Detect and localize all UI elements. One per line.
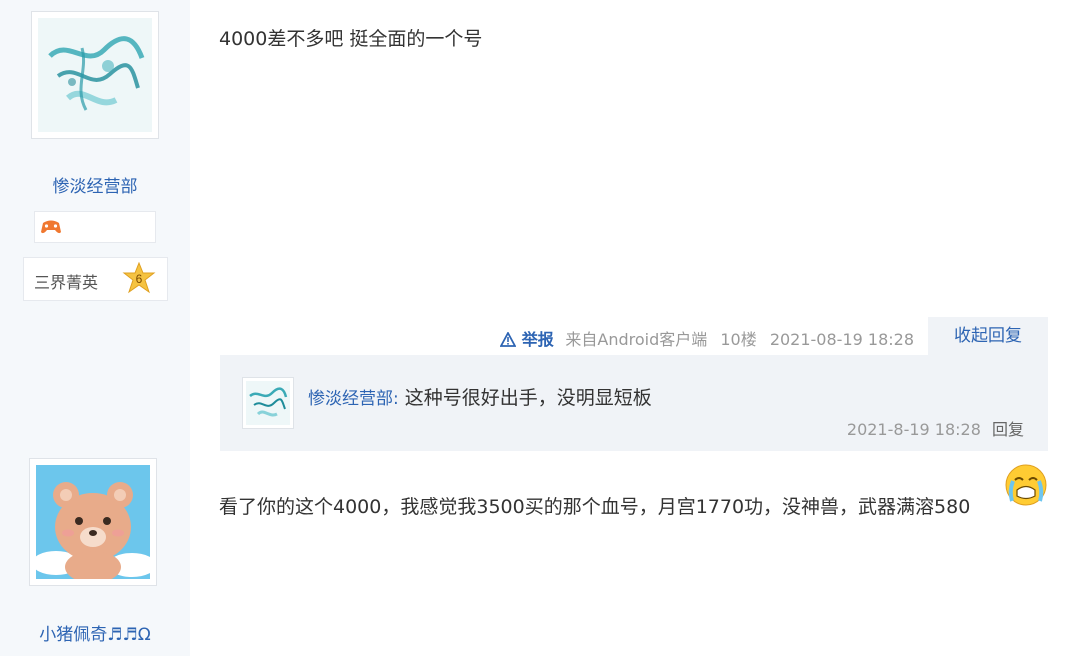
reply-content: 这种号很好出手，没明显短板	[398, 387, 652, 409]
reply-list: 惨淡经营部: 这种号很好出手，没明显短板 2021-8-19 18:28 回复	[220, 355, 1048, 451]
post-timestamp: 2021-08-19 18:28	[769, 330, 914, 349]
level-title: 三界菁英	[34, 273, 99, 292]
post-meta-info: 举报 来自Android客户端 10楼 2021-08-19 18:28	[499, 326, 914, 350]
author-avatar[interactable]	[31, 11, 159, 139]
report-label: 举报	[521, 330, 554, 349]
author-name[interactable]: 惨淡经营部	[0, 172, 190, 197]
game-controller-icon	[41, 220, 61, 234]
reply-avatar[interactable]	[242, 377, 294, 429]
reply-button[interactable]: 回复	[992, 420, 1024, 439]
warning-triangle-icon	[499, 331, 517, 347]
badge-row	[34, 211, 156, 243]
bear-avatar	[36, 465, 150, 579]
reply-footer: 2021-8-19 18:28 回复	[847, 416, 1024, 440]
post-content: 看了你的这个4000，我感觉我3500买的那个血号，月宫1770功，没神兽，武器…	[219, 496, 971, 518]
collapse-replies-button[interactable]: 收起回复	[928, 317, 1048, 355]
water-art-avatar	[38, 18, 152, 132]
floor-number: 10楼	[720, 330, 757, 349]
level-number: 6	[136, 272, 143, 286]
crying-emoji-icon	[1005, 464, 1047, 506]
level-star-icon: 6	[122, 262, 156, 294]
post-source: 来自Android客户端	[565, 330, 708, 349]
water-art-avatar	[246, 381, 290, 425]
reply-username[interactable]: 惨淡经营部	[308, 389, 393, 409]
report-link[interactable]: 举报	[499, 330, 559, 349]
author-avatar[interactable]	[29, 458, 157, 586]
reply-timestamp: 2021-8-19 18:28	[846, 420, 981, 439]
reply-item: 惨淡经营部: 这种号很好出手，没明显短板	[308, 383, 652, 410]
post-meta-bar: 举报 来自Android客户端 10楼 2021-08-19 18:28 收起回…	[220, 317, 1048, 355]
post-content: 4000差不多吧 挺全面的一个号	[219, 28, 483, 50]
level-badge: 三界菁英 6	[23, 257, 168, 301]
author-name[interactable]: 小猪佩奇♬♬Ω	[0, 620, 190, 645]
